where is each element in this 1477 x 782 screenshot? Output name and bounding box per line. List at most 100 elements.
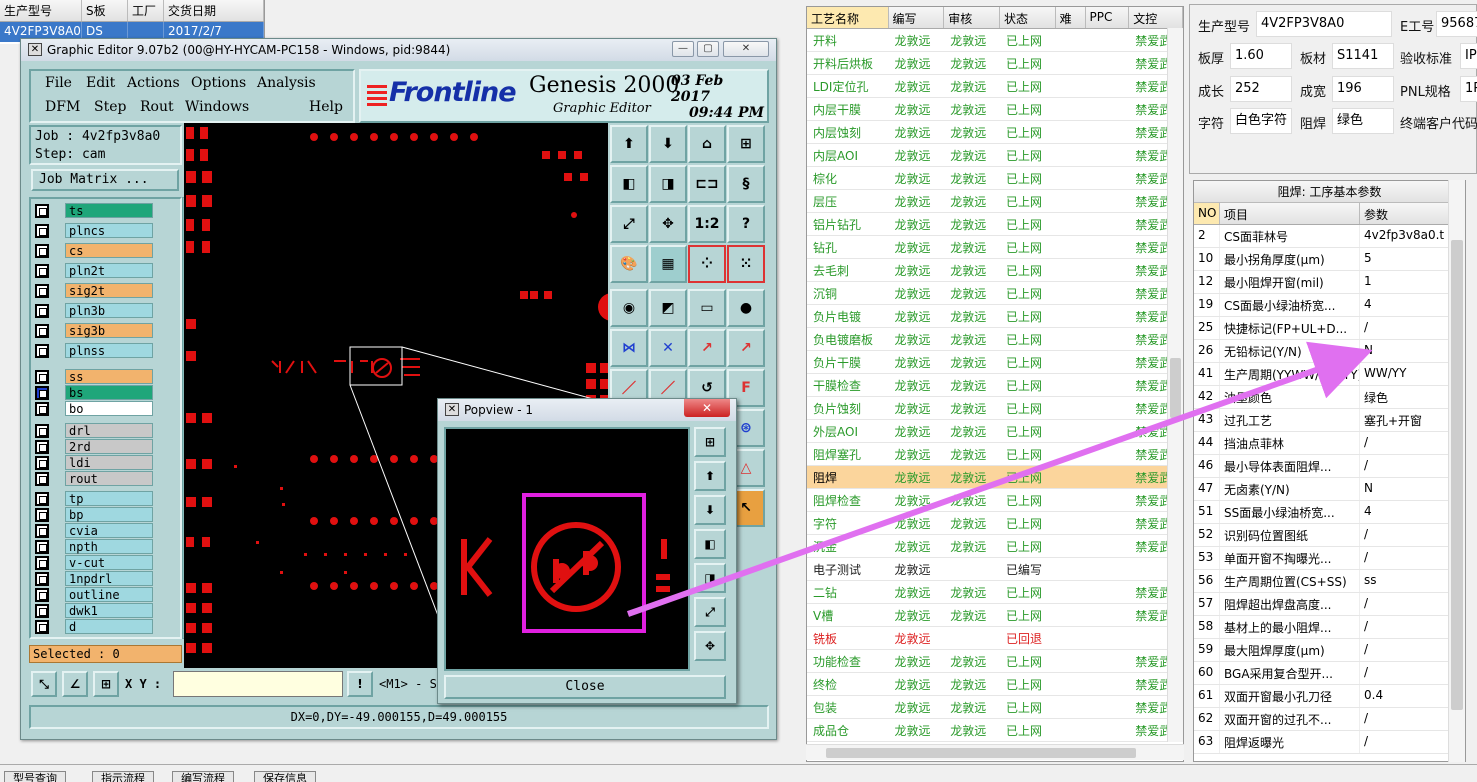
process-row[interactable]: 电子测试 龙敦远 已编写: [807, 558, 1183, 581]
material-field[interactable]: S1141: [1332, 43, 1394, 69]
process-row[interactable]: 阻焊 龙敦远 龙敦远 已上网 禁爱武: [807, 466, 1183, 489]
menu-options[interactable]: Options: [191, 75, 246, 91]
layer-toggle[interactable]: [35, 401, 49, 416]
fit-icon[interactable]: ⤢: [610, 205, 648, 243]
param-row[interactable]: 25 快捷标记(FP+UL+D... /: [1194, 317, 1465, 340]
process-row[interactable]: 铣板 龙敦远 已回退: [807, 627, 1183, 650]
tab-process[interactable]: 指示流程: [92, 771, 154, 782]
process-grid-vscroll[interactable]: [1167, 28, 1183, 742]
layer-row[interactable]: pln2t: [35, 263, 153, 278]
process-col-header[interactable]: 状态: [1000, 7, 1056, 28]
popview-titlebar[interactable]: ✕ Popview - 1 ✕: [438, 399, 736, 421]
popview-fit-icon[interactable]: ⤢: [694, 597, 726, 627]
process-row[interactable]: 棕化 龙敦远 龙敦远 已上网 禁爱武: [807, 167, 1183, 190]
length-field[interactable]: 252: [1230, 76, 1292, 102]
process-row[interactable]: 开料 龙敦远 龙敦远 已上网 禁爱武: [807, 29, 1183, 52]
standard-field[interactable]: IPC: [1460, 43, 1477, 69]
pad-select-icon[interactable]: ◉: [610, 289, 648, 327]
mask-field[interactable]: 绿色: [1332, 108, 1394, 134]
mirror-icon[interactable]: ⊏⊐: [688, 165, 726, 203]
param-row[interactable]: 12 最小阻焊开窗(mil) 1: [1194, 271, 1465, 294]
process-row[interactable]: 干膜检查 龙敦远 龙敦远 已上网 禁爱武: [807, 374, 1183, 397]
popview-up-icon[interactable]: ⬆: [694, 461, 726, 491]
cross-icon[interactable]: ✕: [649, 329, 687, 367]
process-row[interactable]: 包装 龙敦远 龙敦远 已上网 禁爱武: [807, 696, 1183, 719]
layer-toggle[interactable]: [35, 223, 49, 238]
process-row[interactable]: 字符 龙敦远 龙敦远 已上网 禁爱武: [807, 512, 1183, 535]
layer-toggle[interactable]: [35, 385, 49, 400]
popview-center-icon[interactable]: ✥: [694, 631, 726, 661]
layer-row[interactable]: 1npdrl: [35, 571, 153, 586]
param-row[interactable]: 26 无铅标记(Y/N) N: [1194, 340, 1465, 363]
palette-icon[interactable]: 🎨: [610, 245, 648, 283]
layer-row[interactable]: rout: [35, 471, 153, 486]
process-row[interactable]: 负片干膜 龙敦远 龙敦远 已上网 禁爱武: [807, 351, 1183, 374]
layer-toggle[interactable]: [35, 471, 49, 486]
layer-row[interactable]: bo: [35, 401, 153, 416]
param-row[interactable]: 57 阻焊超出焊盘高度... /: [1194, 593, 1465, 616]
scroll-thumb[interactable]: [1451, 240, 1463, 710]
tab-model-query[interactable]: 型号查询: [4, 771, 66, 782]
layer-toggle[interactable]: [35, 423, 49, 438]
center-icon[interactable]: ✥: [649, 205, 687, 243]
net-blue-icon[interactable]: ⁙: [727, 245, 765, 283]
process-row[interactable]: 阻焊检查 龙敦远 龙敦远 已上网 禁爱武: [807, 489, 1183, 512]
layer-toggle[interactable]: [35, 491, 49, 506]
process-col-header[interactable]: PPC: [1086, 7, 1130, 28]
ruler-icon[interactable]: ▭: [688, 289, 726, 327]
param-row[interactable]: 46 最小导体表面阻焊... /: [1194, 455, 1465, 478]
connect-icon[interactable]: ⋈: [610, 329, 648, 367]
menu-dfm[interactable]: DFM: [45, 99, 80, 115]
layer-toggle[interactable]: [35, 263, 49, 278]
layer-toggle[interactable]: [35, 603, 49, 618]
layer-toggle[interactable]: [35, 571, 49, 586]
process-col-header[interactable]: 编写: [889, 7, 945, 28]
layer-toggle[interactable]: [35, 523, 49, 538]
close-button[interactable]: ✕: [723, 41, 769, 57]
process-row[interactable]: 铝片钻孔 龙敦远 龙敦远 已上网 禁爱武: [807, 213, 1183, 236]
param-row[interactable]: 41 生产周期(YYWW/WWYY) WW/YY: [1194, 363, 1465, 386]
param-row[interactable]: 47 无卤素(Y/N) N: [1194, 478, 1465, 501]
process-row[interactable]: 终检 龙敦远 龙敦远 已上网 禁爱武: [807, 673, 1183, 696]
process-row[interactable]: 阻焊塞孔 龙敦远 龙敦远 已上网 禁爱武: [807, 443, 1183, 466]
layer-row[interactable]: dwk1: [35, 603, 153, 618]
layer-row[interactable]: tp: [35, 491, 153, 506]
param-row[interactable]: 42 油墨颜色 绿色: [1194, 386, 1465, 409]
param-row[interactable]: 62 双面开窗的过孔不... /: [1194, 708, 1465, 731]
snap-icon[interactable]: ⤡: [31, 671, 57, 697]
process-row[interactable]: 钻孔 龙敦远 龙敦远 已上网 禁爱武: [807, 236, 1183, 259]
model-field[interactable]: 4V2FP3V8A0: [1256, 11, 1392, 37]
process-col-header[interactable]: 审核: [944, 7, 1000, 28]
net-red-icon[interactable]: ⁘: [688, 245, 726, 283]
layer-toggle[interactable]: [35, 555, 49, 570]
scroll-thumb[interactable]: [1170, 358, 1181, 418]
process-row[interactable]: 开料后烘板 龙敦远 龙敦远 已上网 禁爱武: [807, 52, 1183, 75]
popview-right-icon[interactable]: ◨: [694, 563, 726, 593]
layer-toggle[interactable]: [35, 439, 49, 454]
param-row[interactable]: 10 最小拐角厚度(μm) 5: [1194, 248, 1465, 271]
pan-left-icon[interactable]: ◧: [610, 165, 648, 203]
layer-toggle[interactable]: [35, 507, 49, 522]
param-row[interactable]: 60 BGA采用复合型开... /: [1194, 662, 1465, 685]
layer-toggle[interactable]: [35, 369, 49, 384]
char-field[interactable]: 白色字符: [1230, 108, 1292, 134]
layer-toggle[interactable]: [35, 539, 49, 554]
maximize-button[interactable]: ▢: [697, 41, 719, 57]
menu-rout[interactable]: Rout: [140, 99, 174, 115]
grid-icon[interactable]: ▦: [649, 245, 687, 283]
process-row[interactable]: 成品仓 龙敦远 龙敦远 已上网 禁爱武: [807, 719, 1183, 742]
home-icon[interactable]: ⌂: [688, 125, 726, 163]
col-item[interactable]: 项目: [1220, 203, 1360, 224]
job-matrix-button[interactable]: Job Matrix ...: [31, 169, 179, 191]
layer-toggle[interactable]: [35, 203, 49, 218]
layer-row[interactable]: d: [35, 619, 153, 634]
layer-row[interactable]: npth: [35, 539, 153, 554]
process-row[interactable]: 外层AOI 龙敦远 龙敦远 已上网 禁爱武: [807, 420, 1183, 443]
layer-toggle[interactable]: [35, 283, 49, 298]
col-no[interactable]: NO: [1194, 203, 1220, 224]
layer-row[interactable]: 2rd: [35, 439, 153, 454]
process-row[interactable]: 去毛刺 龙敦远 龙敦远 已上网 禁爱武: [807, 259, 1183, 282]
measure-icon[interactable]: ∠: [62, 671, 88, 697]
param-row[interactable]: 56 生产周期位置(CS+SS) ss: [1194, 570, 1465, 593]
layer-row[interactable]: sig2t: [35, 283, 153, 298]
